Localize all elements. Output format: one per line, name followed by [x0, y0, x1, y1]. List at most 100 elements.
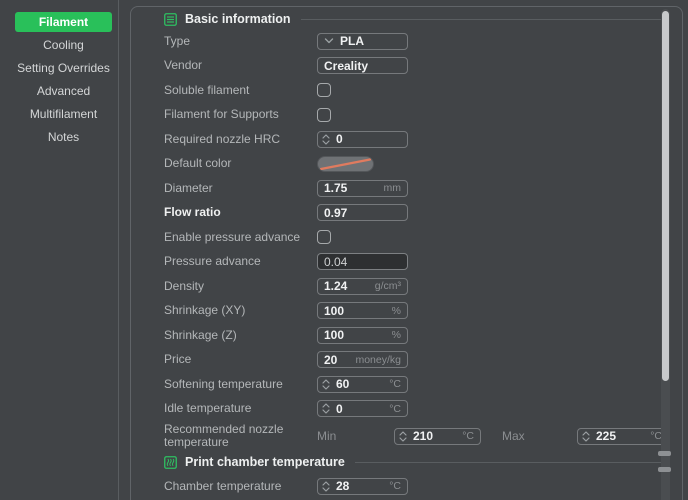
- setting-row-enable-pressure-advance: Enable pressure advance: [164, 225, 670, 250]
- field-value: 100: [324, 328, 344, 342]
- max-input[interactable]: 225 °C: [577, 428, 669, 445]
- field-value: Creality: [324, 59, 368, 73]
- spinner-up-icon: [582, 431, 590, 436]
- list-icon: [164, 13, 177, 26]
- setting-label: Shrinkage (XY): [164, 304, 317, 317]
- setting-label: Softening temperature: [164, 378, 317, 391]
- idle-temperature-input[interactable]: 0 °C: [317, 400, 408, 417]
- spinner-down-icon: [322, 487, 330, 492]
- sidebar-item-multifilament[interactable]: Multifilament: [15, 104, 112, 124]
- density-input[interactable]: 1.24 g/cm³: [317, 278, 408, 295]
- field-value: 0: [336, 402, 343, 416]
- section-header-print-chamber-temperature: Print chamber temperature: [164, 451, 670, 473]
- setting-row-default-color: Default color: [164, 152, 670, 177]
- scrollbar-mark: [658, 467, 671, 472]
- setting-row-recommended-nozzle-temperature: Recommended nozzle temperatureMin210°CMa…: [164, 421, 670, 451]
- heat-icon: [164, 456, 177, 469]
- sidebar-divider: [118, 0, 119, 500]
- setting-row-shrinkage-z: Shrinkage (Z)100%: [164, 323, 670, 348]
- setting-row-diameter: Diameter1.75mm: [164, 176, 670, 201]
- setting-row-density: Density1.24g/cm³: [164, 274, 670, 299]
- setting-row-type: TypePLA: [164, 29, 670, 54]
- shrinkage-xy-input[interactable]: 100%: [317, 302, 408, 319]
- min-label: Min: [317, 429, 394, 443]
- section-title: Basic information: [185, 12, 291, 26]
- setting-label: Chamber temperature: [164, 480, 317, 493]
- spinner-arrows[interactable]: [322, 379, 330, 390]
- unit-label: °C: [386, 378, 401, 390]
- section-divider-line: [301, 19, 670, 20]
- settings-sidebar: Filament Cooling Setting Overrides Advanced…: [0, 0, 127, 500]
- required-nozzle-hrc-input[interactable]: 0: [317, 131, 408, 148]
- enable-pressure-advance-checkbox[interactable]: [317, 230, 331, 244]
- spinner-up-icon: [322, 403, 330, 408]
- pressure-advance-input[interactable]: 0.04: [317, 253, 408, 270]
- sidebar-item-advanced[interactable]: Advanced: [15, 81, 112, 101]
- spinner-down-icon: [322, 409, 330, 414]
- min-input[interactable]: 210°C: [394, 428, 481, 445]
- setting-label: Recommended nozzle temperature: [164, 423, 317, 449]
- field-value: 0: [336, 132, 343, 146]
- spinner-down-icon: [322, 140, 330, 145]
- field-value: 210: [413, 429, 433, 443]
- spinner-arrows[interactable]: [322, 481, 330, 492]
- sidebar-item-notes[interactable]: Notes: [15, 127, 112, 147]
- setting-label: Soluble filament: [164, 84, 317, 97]
- softening-temperature-input[interactable]: 60 °C: [317, 376, 408, 393]
- field-value: PLA: [340, 34, 364, 48]
- unit-label: °C: [386, 403, 401, 415]
- setting-row-flow-ratio: Flow ratio 0.97: [164, 201, 670, 226]
- spinner-arrows[interactable]: [582, 431, 590, 442]
- price-input[interactable]: 20 money/kg: [317, 351, 408, 368]
- unit-label: °C: [386, 480, 401, 492]
- chamber-temperature-input[interactable]: 28 °C: [317, 478, 408, 495]
- unit-label: °C: [647, 430, 662, 442]
- field-value: 28: [336, 479, 349, 493]
- field-value: 60: [336, 377, 349, 391]
- setting-label: Shrinkage (Z): [164, 329, 317, 342]
- max-label: Max: [502, 429, 577, 443]
- sidebar-item-cooling[interactable]: Cooling: [15, 35, 112, 55]
- spinner-arrows[interactable]: [322, 403, 330, 414]
- setting-label: Price: [164, 353, 317, 366]
- setting-row-pressure-advance: Pressure advance0.04: [164, 250, 670, 275]
- spinner-down-icon: [582, 437, 590, 442]
- flow-ratio-input[interactable]: 0.97: [317, 204, 408, 221]
- spinner-up-icon: [322, 134, 330, 139]
- field-value: 1.24: [324, 279, 347, 293]
- field-value: 0.97: [324, 206, 347, 220]
- settings-panel: Basic informationTypePLAVendorCrealitySo…: [130, 6, 683, 500]
- setting-label: Flow ratio: [164, 206, 317, 219]
- spinner-arrows[interactable]: [399, 431, 407, 442]
- setting-label: Idle temperature: [164, 402, 317, 415]
- scrollbar-thumb[interactable]: [662, 11, 669, 381]
- setting-row-price: Price 20 money/kg: [164, 348, 670, 373]
- setting-label: Pressure advance: [164, 255, 317, 268]
- unit-label: money/kg: [352, 354, 401, 366]
- setting-label: Default color: [164, 157, 317, 170]
- field-value: 100: [324, 304, 344, 318]
- setting-row-softening-temperature: Softening temperature 60 °C: [164, 372, 670, 397]
- field-value: 225: [596, 429, 616, 443]
- unit-label: g/cm³: [372, 280, 401, 292]
- field-value: 20: [324, 353, 337, 367]
- setting-row-chamber-temperature: Chamber temperature 28 °C: [164, 473, 670, 499]
- sidebar-item-filament[interactable]: Filament: [15, 12, 112, 32]
- unit-label: mm: [381, 182, 402, 194]
- spinner-down-icon: [322, 385, 330, 390]
- setting-row-shrinkage-xy: Shrinkage (XY)100%: [164, 299, 670, 324]
- spinner-up-icon: [322, 379, 330, 384]
- shrinkage-z-input[interactable]: 100%: [317, 327, 408, 344]
- setting-label: Enable pressure advance: [164, 231, 317, 244]
- soluble-filament-checkbox[interactable]: [317, 83, 331, 97]
- section-divider-line: [355, 462, 670, 463]
- default-color-swatch[interactable]: [317, 156, 374, 172]
- spinner-up-icon: [322, 481, 330, 486]
- sidebar-item-setting-overrides[interactable]: Setting Overrides: [15, 58, 112, 78]
- type-dropdown[interactable]: PLA: [317, 33, 408, 50]
- spinner-arrows[interactable]: [322, 134, 330, 145]
- diameter-input[interactable]: 1.75mm: [317, 180, 408, 197]
- vendor-input[interactable]: Creality: [317, 57, 408, 74]
- filament-for-supports-checkbox[interactable]: [317, 108, 331, 122]
- setting-label: Required nozzle HRC: [164, 133, 317, 146]
